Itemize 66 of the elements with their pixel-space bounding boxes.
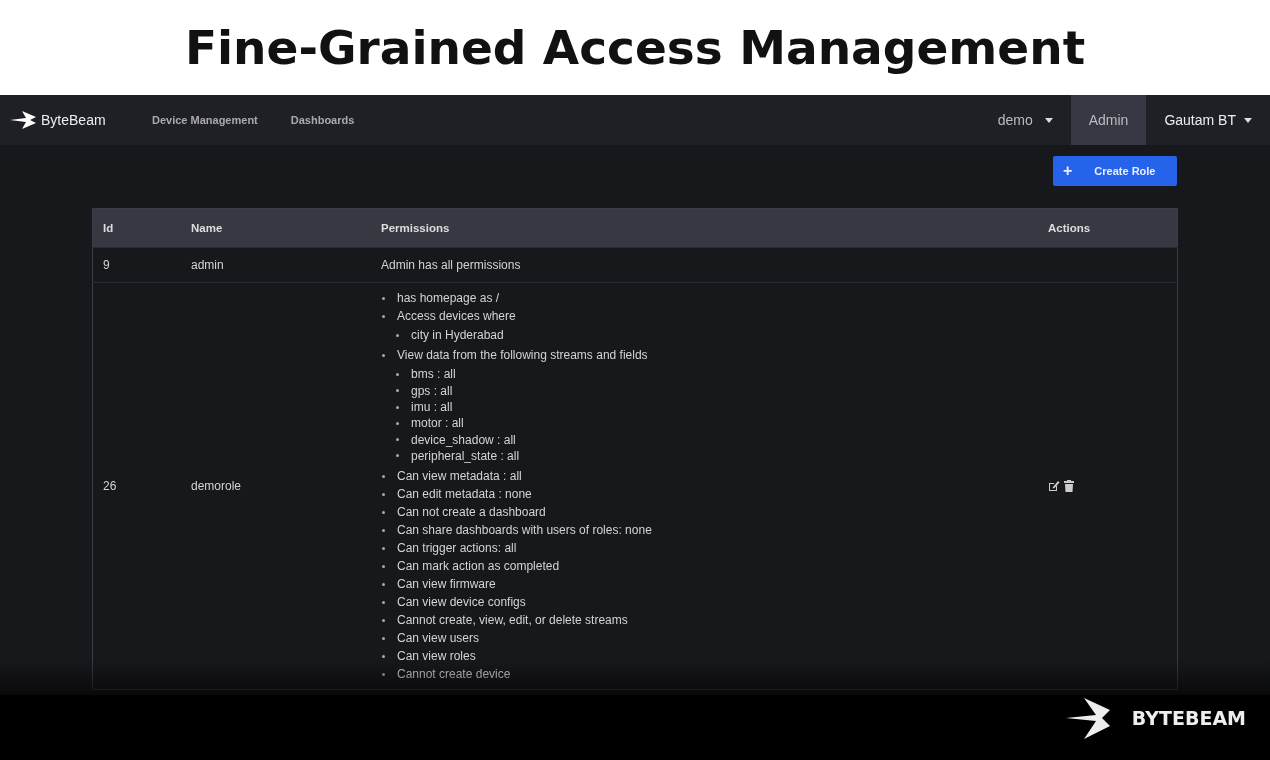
permission-item: Access devices where xyxy=(397,309,516,323)
brand-name: ByteBeam xyxy=(41,112,106,128)
dropdown-menu[interactable]: demo xyxy=(979,95,1071,145)
bullet-icon xyxy=(382,492,385,496)
table-cell: Admin has all permissions xyxy=(381,258,521,272)
bullet-icon xyxy=(382,672,385,676)
permission-item: city in Hyderabad xyxy=(411,328,504,343)
permission-item: Can share dashboards with users of roles: none xyxy=(397,523,652,538)
permission-item: Can view device configs xyxy=(397,595,526,610)
bullet-icon xyxy=(382,528,385,532)
bullet-icon xyxy=(382,600,385,604)
permission-item: Can view metadata : all xyxy=(397,469,522,484)
bullet-icon xyxy=(382,353,385,357)
dropdown-menu[interactable]: Gautam BT xyxy=(1146,95,1270,145)
permission-item: Can not create a dashboard xyxy=(397,505,546,520)
table-cell: admin xyxy=(191,258,224,272)
delete-icon[interactable] xyxy=(1064,480,1074,493)
bullet-icon xyxy=(396,454,399,458)
permission-item: has homepage as / xyxy=(397,291,500,305)
permission-item: Can mark action as completed xyxy=(397,559,560,574)
permission-item: Can view roles xyxy=(397,649,476,664)
permission-item: Can trigger actions: all xyxy=(397,541,517,556)
bullet-icon xyxy=(382,296,385,300)
bullet-icon xyxy=(382,546,385,550)
bullet-icon xyxy=(382,636,385,640)
create-role-button[interactable]: + Create Role xyxy=(1053,156,1177,186)
permission-item: motor : all xyxy=(411,416,464,431)
permission-item: Can edit metadata : none xyxy=(397,487,532,502)
bullet-icon xyxy=(382,618,385,622)
permission-item: Cannot create, view, edit, or delete streams xyxy=(397,613,628,628)
nav-link[interactable]: Dashboards xyxy=(280,95,365,145)
bullet-icon xyxy=(396,333,399,337)
column-header: Actions xyxy=(1038,208,1178,248)
caret-icon xyxy=(1044,117,1053,123)
permission-item: Cannot create device xyxy=(397,667,511,682)
bullet-icon xyxy=(382,582,385,586)
permission-item: View data from the following streams and fields xyxy=(397,348,648,363)
bullet-icon xyxy=(396,372,399,376)
nav-link[interactable]: Device Management xyxy=(142,95,268,145)
slide-title: Fine-Grained Access Management xyxy=(184,20,1086,75)
permission-item: Can view firmware xyxy=(397,577,496,592)
permission-item: bms : all xyxy=(411,367,456,382)
bullet-icon xyxy=(382,314,385,318)
permission-item: gps : all xyxy=(411,383,453,398)
bullet-icon xyxy=(382,564,385,568)
table-cell: demorole xyxy=(191,479,242,494)
table-cell: 26 xyxy=(103,479,117,494)
brand-name: BYTEBEAM xyxy=(1131,706,1246,729)
bullet-icon xyxy=(382,510,385,514)
table-cell: 9 xyxy=(103,258,110,272)
bullet-icon xyxy=(396,438,399,442)
permission-item: peripheral_state : all xyxy=(411,448,520,463)
bullet-icon xyxy=(382,474,385,478)
caret-icon xyxy=(1244,117,1252,123)
column-header: Id xyxy=(92,208,181,248)
permission-item: imu : all xyxy=(411,400,453,415)
nav-link[interactable]: Admin xyxy=(1070,95,1147,145)
bullet-icon xyxy=(396,405,399,409)
column-header: Permissions xyxy=(371,208,1038,248)
bullet-icon xyxy=(396,389,399,393)
edit-icon[interactable] xyxy=(1048,480,1060,493)
permission-item: Can view users xyxy=(397,631,480,646)
permission-item: device_shadow : all xyxy=(411,432,516,447)
bullet-icon xyxy=(396,421,399,425)
bullet-icon xyxy=(382,654,385,658)
column-header: Name xyxy=(181,208,371,248)
